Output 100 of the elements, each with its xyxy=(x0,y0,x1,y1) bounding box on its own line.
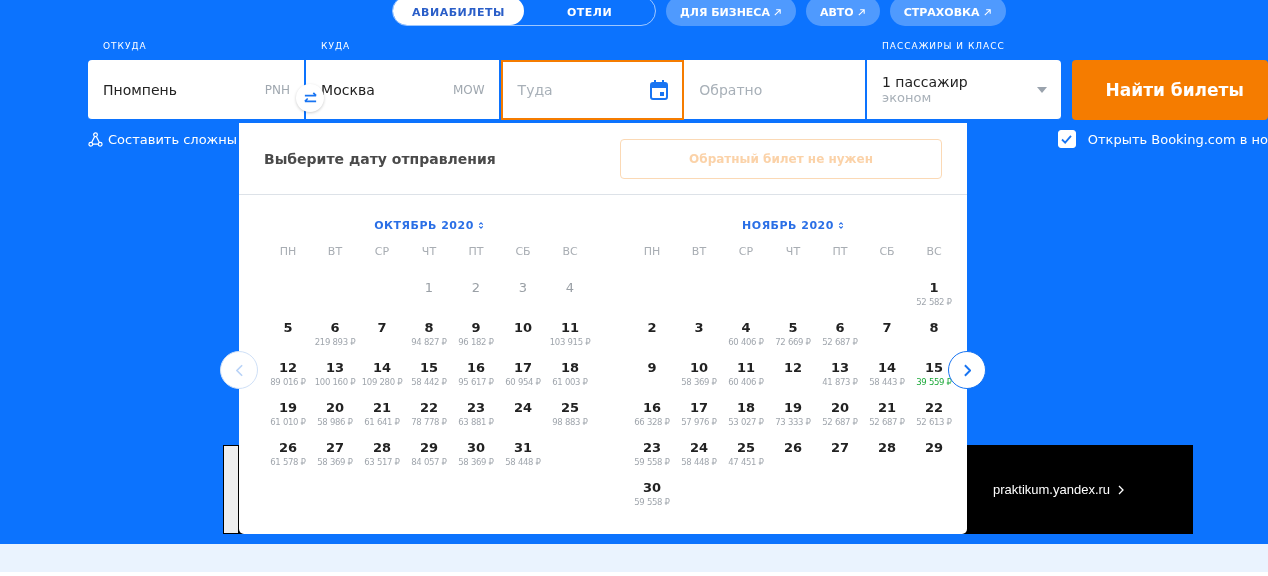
airport-code: MOW xyxy=(452,82,485,97)
calendar-day[interactable]: 5 xyxy=(788,320,798,335)
calendar-day[interactable]: 22 xyxy=(924,400,944,415)
weekday-label: СБ xyxy=(514,243,532,260)
day-price: 58 442 ₽ xyxy=(411,377,447,387)
day-price: 98 883 ₽ xyxy=(552,417,588,427)
calendar-day[interactable]: 18 xyxy=(736,400,756,415)
calendar-day[interactable]: 16 xyxy=(466,360,486,375)
day-price: 89 016 ₽ xyxy=(270,377,306,387)
calendar-day[interactable]: 1 xyxy=(929,280,939,295)
calendar-day[interactable]: 28 xyxy=(877,440,897,455)
complex-route-link[interactable]: Составить сложны xyxy=(88,130,238,148)
calendar-day[interactable]: 25 xyxy=(736,440,756,455)
calendar-day[interactable]: 14 xyxy=(372,360,392,375)
weekday-label: ПТ xyxy=(467,243,485,260)
calendar-day[interactable]: 23 xyxy=(466,400,486,415)
origin-value: Пномпень xyxy=(103,81,178,98)
day-price: 52 582 ₽ xyxy=(916,297,952,307)
calendar-day[interactable]: 10 xyxy=(513,320,533,335)
month-selector[interactable]: НОЯБРЬ 2020 xyxy=(742,219,844,232)
calendar-day[interactable]: 20 xyxy=(325,400,345,415)
day-price: 52 687 ₽ xyxy=(822,417,858,427)
calendar-day[interactable]: 8 xyxy=(424,320,434,335)
calendar-day[interactable]: 12 xyxy=(278,360,298,375)
next-month-button[interactable] xyxy=(948,351,986,389)
calendar-day[interactable]: 18 xyxy=(560,360,580,375)
calendar-day[interactable]: 14 xyxy=(877,360,897,375)
external-arrow-icon xyxy=(772,8,782,17)
day-price: 219 893 ₽ xyxy=(314,337,356,347)
day-price: 58 986 ₽ xyxy=(317,417,353,427)
external-arrow-icon xyxy=(982,8,992,17)
calendar-day[interactable]: 6 xyxy=(835,320,845,335)
nav-tab[interactable]: ОТЕЛИ xyxy=(524,0,655,25)
nav-tab[interactable]: АВИАБИЛЕТЫ xyxy=(393,0,524,25)
calendar-day[interactable]: 15 xyxy=(924,360,944,375)
destination-field[interactable]: Москва MOW xyxy=(306,60,501,120)
calendar-day[interactable]: 13 xyxy=(325,360,345,375)
calendar-day[interactable]: 7 xyxy=(377,320,387,335)
day-price: 57 976 ₽ xyxy=(681,417,717,427)
day-price: 66 328 ₽ xyxy=(634,417,670,427)
calendar-day[interactable]: 3 xyxy=(694,320,704,335)
calendar-day[interactable]: 26 xyxy=(278,440,298,455)
calendar-day[interactable]: 24 xyxy=(513,400,533,415)
day-price: 95 617 ₽ xyxy=(458,377,494,387)
calendar-day[interactable]: 30 xyxy=(642,480,662,495)
calendar-day[interactable]: 21 xyxy=(372,400,392,415)
day-price: 63 881 ₽ xyxy=(458,417,494,427)
calendar-day[interactable]: 11 xyxy=(736,360,756,375)
calendar-day[interactable]: 4 xyxy=(741,320,751,335)
calendar-day[interactable]: 21 xyxy=(877,400,897,415)
calendar-day[interactable]: 28 xyxy=(372,440,392,455)
booking-checkbox[interactable] xyxy=(1057,130,1076,148)
calendar-day[interactable]: 22 xyxy=(419,400,439,415)
calendar-day[interactable]: 15 xyxy=(419,360,439,375)
calendar-day[interactable]: 27 xyxy=(325,440,345,455)
month-selector[interactable]: ОКТЯБРЬ 2020 xyxy=(374,219,484,232)
calendar-day[interactable]: 13 xyxy=(830,360,850,375)
calendar-day[interactable]: 29 xyxy=(924,440,944,455)
calendar-day[interactable]: 30 xyxy=(466,440,486,455)
return-placeholder: Обратно xyxy=(699,81,764,98)
passengers-field[interactable]: 1 пассажир эконом xyxy=(867,60,1061,120)
calendar-day[interactable]: 31 xyxy=(513,440,533,455)
destination-value: Москва xyxy=(321,81,376,98)
calendar-day[interactable]: 9 xyxy=(471,320,481,335)
check-icon xyxy=(1061,134,1073,144)
calendar-day[interactable]: 19 xyxy=(783,400,803,415)
calendar-day[interactable]: 26 xyxy=(783,440,803,455)
calendar-day[interactable]: 2 xyxy=(647,320,657,335)
calendar-day[interactable]: 7 xyxy=(882,320,892,335)
calendar-day[interactable]: 29 xyxy=(419,440,439,455)
calendar-day[interactable]: 16 xyxy=(642,400,662,415)
day-price: 94 827 ₽ xyxy=(411,337,447,347)
weekday-label: ВС xyxy=(561,243,579,260)
field-label: ПАССАЖИРЫ И КЛАСС xyxy=(881,41,1006,53)
calendar-day[interactable]: 17 xyxy=(689,400,709,415)
datepicker-title: Выберите дату отправления xyxy=(264,150,496,167)
calendar-day[interactable]: 20 xyxy=(830,400,850,415)
calendar-day[interactable]: 25 xyxy=(560,400,580,415)
day-price: 61 641 ₽ xyxy=(364,417,400,427)
calendar-day[interactable]: 17 xyxy=(513,360,533,375)
weekday-label: ПТ xyxy=(831,243,849,260)
calendar-day[interactable]: 12 xyxy=(783,360,803,375)
calendar-day[interactable]: 19 xyxy=(278,400,298,415)
calendar-day[interactable]: 5 xyxy=(283,320,293,335)
day-price: 39 559 ₽ xyxy=(916,377,952,387)
calendar-day[interactable]: 27 xyxy=(830,440,850,455)
calendar-day[interactable]: 11 xyxy=(560,320,580,335)
booking-checkbox-label: Открыть Booking.com в но xyxy=(1087,131,1268,147)
calendar-day[interactable]: 24 xyxy=(689,440,709,455)
external-arrow-icon xyxy=(856,8,866,17)
origin-field[interactable]: Пномпень PNH xyxy=(88,60,307,120)
calendar-day[interactable]: 23 xyxy=(642,440,662,455)
calendar-day[interactable]: 6 xyxy=(330,320,340,335)
calendar-day[interactable]: 8 xyxy=(929,320,939,335)
weekday-label: СР xyxy=(737,243,755,260)
day-price: 52 687 ₽ xyxy=(869,417,905,427)
calendar-day[interactable]: 10 xyxy=(689,360,709,375)
day-price: 61 578 ₽ xyxy=(270,457,306,467)
calendar-day[interactable]: 9 xyxy=(647,360,657,375)
ad-link[interactable]: praktikum.yandex.ru xyxy=(993,482,1111,497)
